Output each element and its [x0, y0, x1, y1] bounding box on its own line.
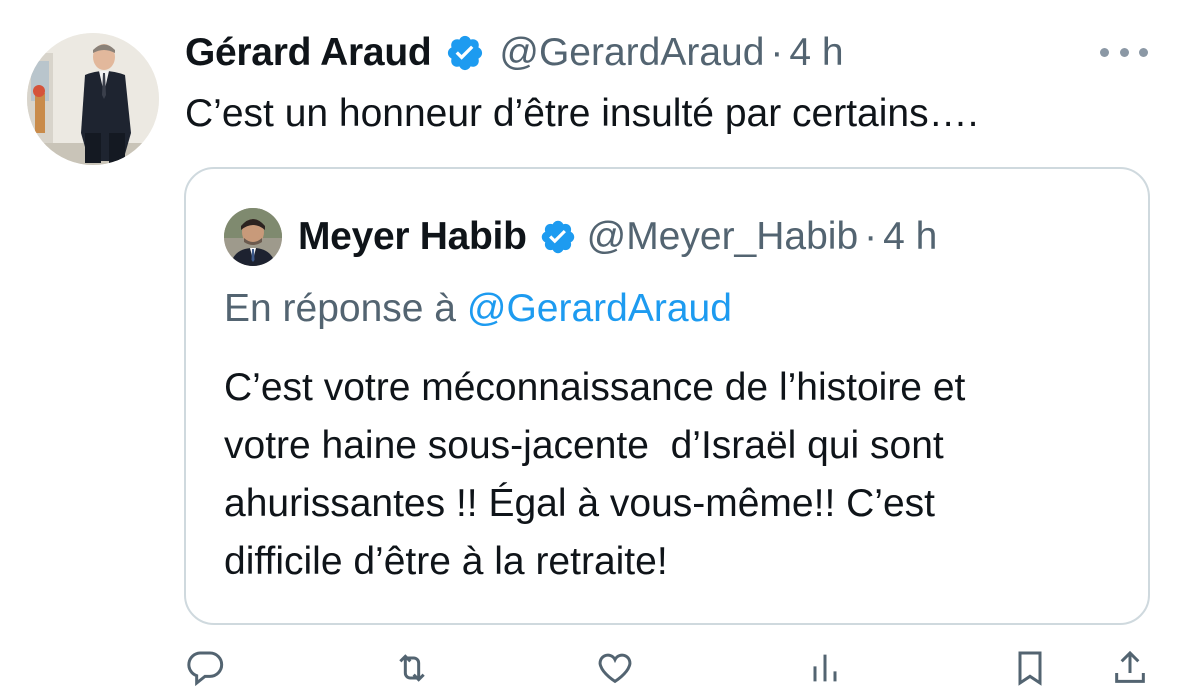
tweet-action-bar: [185, 648, 1145, 688]
share-icon[interactable]: [1110, 648, 1150, 693]
author-handle[interactable]: @GerardAraud: [499, 31, 764, 75]
quoted-author-display-name[interactable]: Meyer Habib: [298, 215, 527, 259]
quoted-tweet-card[interactable]: Meyer Habib @Meyer_Habib · 4 h En répons…: [184, 167, 1150, 625]
views-icon[interactable]: [805, 648, 845, 693]
verified-badge-icon[interactable]: [445, 33, 485, 73]
quoted-author-avatar[interactable]: [224, 208, 282, 266]
like-icon[interactable]: [595, 648, 635, 693]
quoted-author-handle[interactable]: @Meyer_Habib: [587, 215, 859, 259]
retweet-icon[interactable]: [390, 648, 434, 693]
tweet: Gérard Araud @GerardAraud · 4 h C’est un…: [0, 0, 1179, 687]
tweet-timestamp[interactable]: 4 h: [789, 31, 843, 75]
quoted-tweet-header: Meyer Habib @Meyer_Habib · 4 h: [298, 209, 937, 265]
quoted-tweet-timestamp[interactable]: 4 h: [883, 215, 937, 259]
quoted-text-line: difficile d’être à la retraite!: [224, 540, 668, 583]
verified-badge-icon[interactable]: [539, 218, 577, 256]
tweet-text: C’est un honneur d’être insulté par cert…: [185, 92, 979, 135]
quoted-tweet-text: C’est votre méconnaissance de l’histoire…: [224, 359, 965, 591]
quoted-text-line: ahurissantes !! Égal à vous-même!! C’est: [224, 482, 935, 525]
reply-icon[interactable]: [185, 648, 225, 693]
quoted-text-line: C’est votre méconnaissance de l’histoire…: [224, 366, 966, 409]
separator-dot: ·: [770, 31, 784, 74]
bookmark-icon[interactable]: [1010, 648, 1050, 693]
more-horizontal-icon[interactable]: [1100, 40, 1148, 64]
reply-mention-link[interactable]: @GerardAraud: [467, 287, 732, 330]
author-avatar[interactable]: [27, 33, 159, 165]
quoted-text-line: votre haine sous-jacente d’Israël qui so…: [224, 424, 944, 467]
reply-prefix: En réponse à: [224, 287, 457, 330]
separator-dot: ·: [864, 215, 878, 258]
tweet-header: Gérard Araud @GerardAraud · 4 h: [185, 26, 844, 80]
reply-context: En réponse à @GerardAraud: [224, 287, 732, 331]
author-display-name[interactable]: Gérard Araud: [185, 31, 432, 75]
